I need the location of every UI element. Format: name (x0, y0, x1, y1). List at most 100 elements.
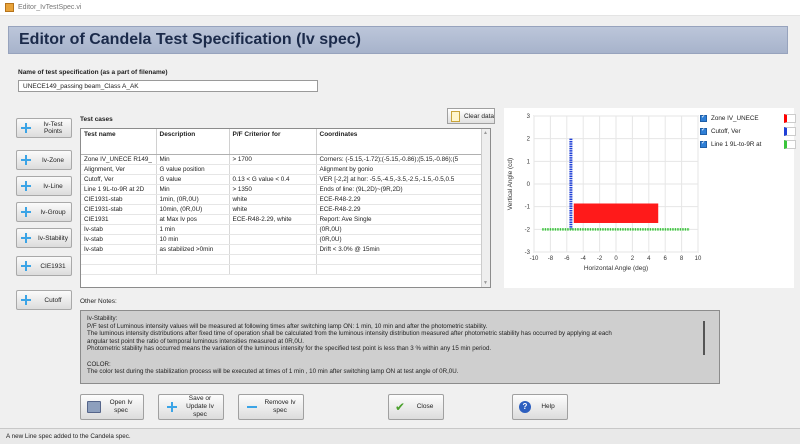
x-tick-label: 8 (680, 256, 684, 262)
table-cell: 1min, (0R,0U) (156, 194, 230, 205)
notes-line: Iv-Stability: (87, 315, 118, 322)
plus-icon (21, 295, 31, 305)
table-scrollbar[interactable] (481, 129, 490, 287)
notes-line: COLOR: (87, 360, 111, 368)
x-axis-label: Horizontal Angle (deg) (584, 265, 648, 272)
spec-name-label: Name of test specification (as a part of… (18, 69, 168, 76)
table-cell (316, 264, 482, 275)
spec-name-input[interactable] (18, 80, 318, 92)
table-cell: white (229, 194, 317, 205)
table-cell: Ends of line: (9L,2D)~(9R,2D) (316, 184, 482, 195)
legend-checkbox[interactable] (700, 113, 707, 122)
notes-scrollbar[interactable] (703, 321, 705, 355)
x-tick-label: -6 (564, 256, 570, 262)
legend-swatch (784, 114, 796, 123)
column-header[interactable]: Coordinates (316, 129, 482, 155)
window-titlebar: Editor_IvTestSpec.vi (0, 0, 800, 16)
help-icon: ? (519, 401, 531, 413)
x-tick-label: -2 (597, 256, 603, 262)
legend-item[interactable]: Zone IV_UNECE (700, 112, 796, 125)
table-row[interactable]: Iv-stab 10 min (0R,0U) (81, 234, 482, 245)
table-cell: CIE1931-stab (81, 204, 157, 215)
remove-spec-button[interactable]: Remove Iv spec (238, 394, 304, 420)
save-spec-button[interactable]: Save or Update Iv spec (158, 394, 224, 420)
table-row[interactable] (81, 254, 482, 265)
table-cell (229, 244, 317, 255)
sidebar-button-6[interactable]: Cutoff (16, 290, 72, 310)
legend-swatch (784, 140, 796, 149)
test-cases-table[interactable]: Test name Description P/F Criterior for Coo… (80, 128, 491, 288)
table-cell: ECE-R48-2.29, white (229, 214, 317, 225)
table-row[interactable]: CIE1931-stab 1min, (0R,0U) white ECE-R48-2.… (81, 194, 482, 205)
notes-line: Photometric stability has occurred means… (87, 345, 492, 353)
y-tick-label: 1 (527, 159, 531, 165)
table-cell: Alignment by gonio (316, 164, 482, 175)
table-cell (229, 254, 317, 265)
y-tick-label: -3 (525, 250, 531, 256)
table-row[interactable]: Line 1 9L-to-9R at 2D Min > 1350 Ends of li… (81, 184, 482, 195)
table-cell: as stabilized >0min (156, 244, 230, 255)
legend-label: Zone IV_UNECE (711, 115, 759, 122)
table-cell: Corners: (-5.15,-1.72);(-5.15,-0.86);(5.… (316, 154, 482, 165)
column-header[interactable]: P/F Criterior for (229, 129, 317, 155)
test-cases-label: Test cases (80, 116, 113, 123)
legend-checkbox[interactable] (700, 139, 707, 148)
notes-line: angular test point the ratio of temporal… (87, 337, 305, 345)
table-cell: Iv-stab (81, 244, 157, 255)
x-tick-label: -4 (581, 256, 587, 262)
table-cell: > 1350 (229, 184, 317, 195)
table-row[interactable]: Alignment, Ver G value position Alignment … (81, 164, 482, 175)
table-cell: Cutoff, Ver (81, 174, 157, 185)
sidebar-button-1[interactable]: Iv-Zone (16, 150, 72, 170)
column-header[interactable]: Description (156, 129, 230, 155)
plus-icon (21, 181, 31, 191)
x-tick-label: 10 (695, 256, 702, 262)
column-header[interactable]: Test name (81, 129, 157, 155)
table-row[interactable]: CIE1931-stab 10min, (0R,0U) white ECE-R48-2… (81, 204, 482, 215)
sidebar-button-label: Iv-Stability (38, 234, 68, 242)
sidebar-button-4[interactable]: Iv-Stability (16, 228, 72, 248)
sidebar-button-label: Iv-Zone (41, 156, 65, 164)
legend-item[interactable]: Line 1 9L-to-9R at (700, 138, 796, 151)
close-button[interactable]: ✔ Close (388, 394, 444, 420)
clear-data-button[interactable]: Clear data (447, 108, 495, 124)
x-tick-label: 2 (631, 256, 635, 262)
plus-icon (21, 233, 31, 243)
open-spec-button[interactable]: Open Iv spec (80, 394, 144, 420)
table-cell (81, 264, 157, 275)
notes-line: The luminous intensity distributions aft… (87, 330, 612, 338)
clear-data-label: Clear data (464, 112, 494, 120)
table-row[interactable]: CIE1931 at Max Iv pos ECE-R48-2.29, white R… (81, 214, 482, 225)
table-row[interactable]: Cutoff, Ver G value 0.13 < G value < 0.4 VE… (81, 174, 482, 185)
zone-rect (573, 203, 659, 223)
sidebar-button-5[interactable]: CIE1931 (16, 256, 72, 276)
table-row[interactable]: Iv-stab 1 min (0R,0U) (81, 224, 482, 235)
table-cell: Zone IV_UNECE R149_ (81, 154, 157, 165)
app-icon (5, 3, 14, 12)
table-cell (229, 234, 317, 245)
page-header: Editor of Candela Test Specification (Iv… (8, 26, 788, 54)
y-tick-label: 0 (527, 182, 531, 188)
table-cell: Min (156, 154, 230, 165)
chart-legend: Zone IV_UNECE Cutoff, Ver Line 1 9L-to-9R … (700, 112, 796, 151)
table-cell: G value position (156, 164, 230, 175)
table-row[interactable]: Zone IV_UNECE R149_ Min > 1700 Corners: (-5… (81, 154, 482, 165)
notes-textarea[interactable]: Iv-Stability: P/F test of Luminous intens… (80, 310, 720, 384)
table-cell: Alignment, Ver (81, 164, 157, 175)
table-row[interactable]: Iv-stab as stabilized >0min Drift < 3.0% @… (81, 244, 482, 255)
help-button[interactable]: ? Help (512, 394, 568, 420)
table-cell: Iv-stab (81, 234, 157, 245)
sidebar-button-0[interactable]: Iv-Test Points (16, 118, 72, 138)
table-cell: Report: Ave Single (316, 214, 482, 225)
sidebar-button-3[interactable]: Iv-Group (16, 202, 72, 222)
table-cell: CIE1931 (81, 214, 157, 225)
legend-checkbox[interactable] (700, 126, 707, 135)
table-cell: VER [-2,2] at hor: -5.5,-4.5,-3.5,-2.5,-… (316, 174, 482, 185)
sidebar-button-2[interactable]: Iv-Line (16, 176, 72, 196)
legend-item[interactable]: Cutoff, Ver (700, 125, 796, 138)
notes-label: Other Notes: (80, 298, 117, 305)
legend-label: Cutoff, Ver (711, 128, 741, 135)
table-row[interactable] (81, 264, 482, 275)
page-title: Editor of Candela Test Specification (Iv… (19, 31, 361, 48)
plus-icon (21, 261, 31, 271)
